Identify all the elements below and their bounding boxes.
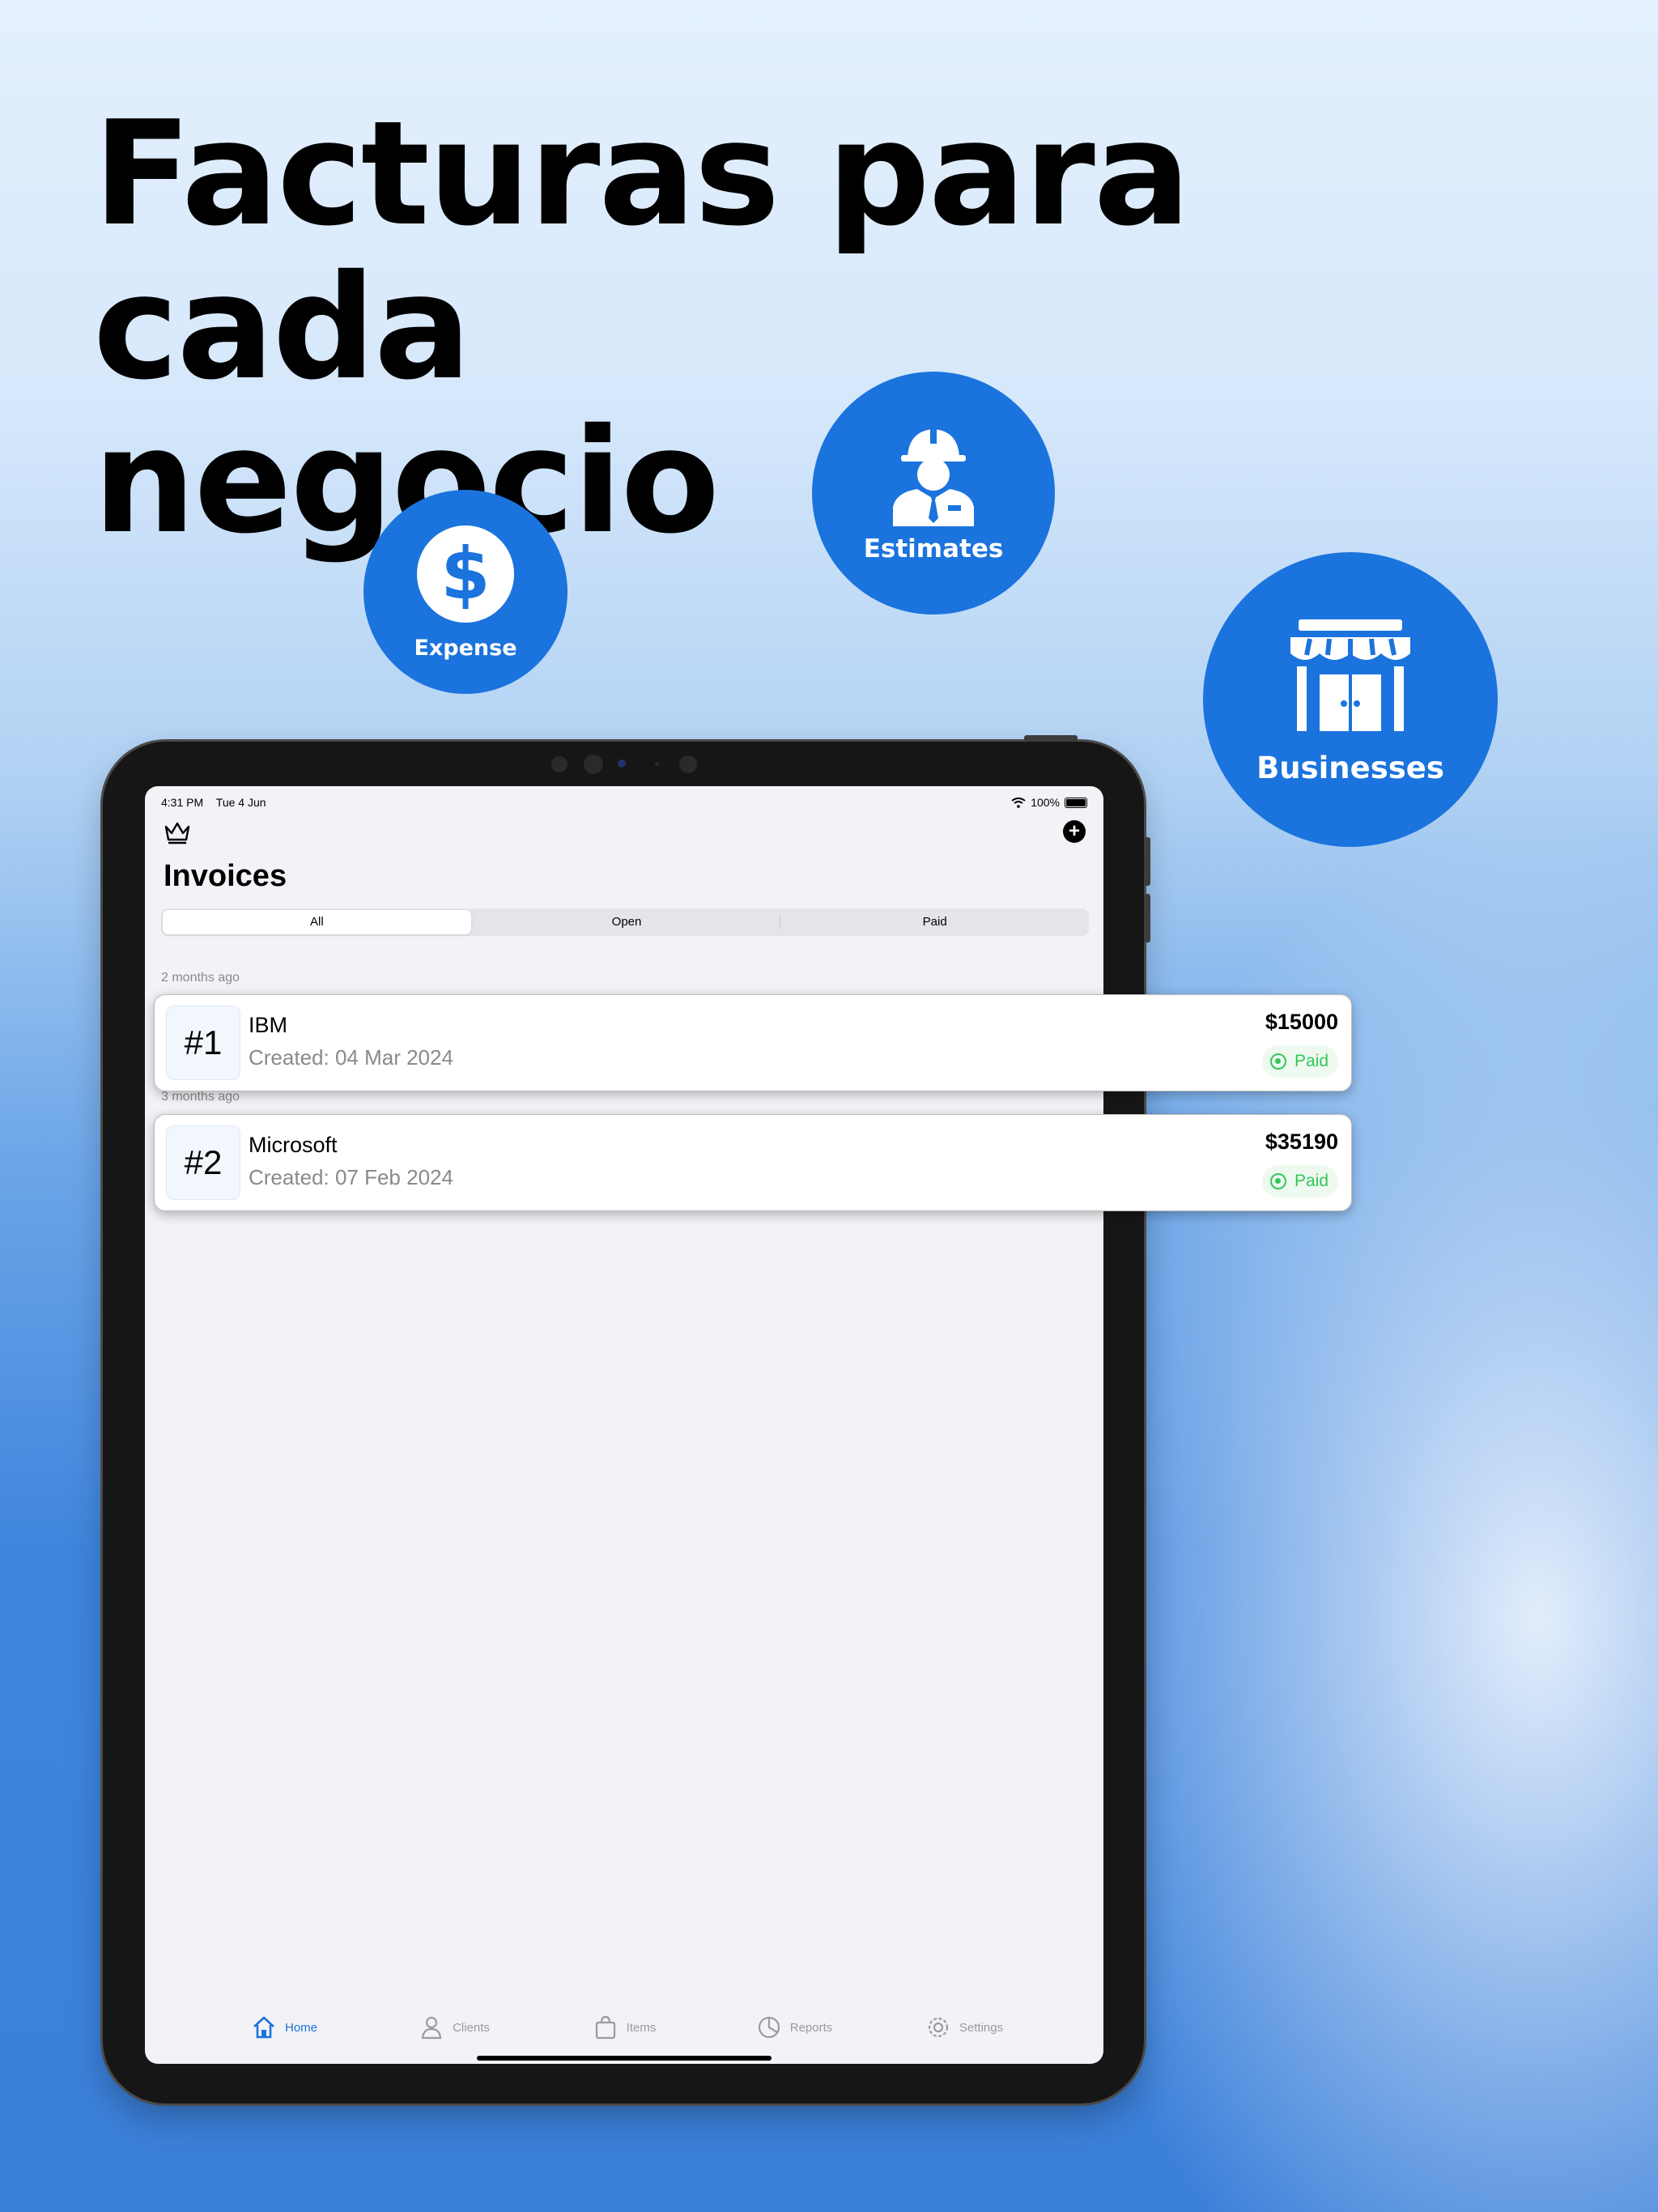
camera-icon — [584, 755, 603, 774]
sensor-icon — [618, 759, 626, 768]
sensor-icon — [551, 756, 568, 772]
status-filter: All Open Paid — [161, 908, 1089, 936]
storefront-icon — [1290, 619, 1410, 731]
tab-home[interactable]: Home — [199, 1999, 369, 2056]
dollar-icon: $ — [417, 525, 514, 623]
sensor-icon — [679, 755, 697, 773]
filter-open[interactable]: Open — [473, 908, 781, 936]
tab-settings[interactable]: Settings — [879, 1999, 1049, 2056]
person-icon — [421, 2016, 442, 2040]
section-header: 2 months ago — [161, 971, 240, 985]
app-screen: 4:31 PM Tue 4 Jun 100% + Invoices All Op… — [145, 786, 1103, 2064]
invoice-card[interactable]: #1 IBM Created: 04 Mar 2024 $15000 Paid — [154, 994, 1352, 1091]
status-dot-icon — [1269, 1173, 1286, 1189]
tab-items[interactable]: Items — [539, 1999, 709, 2056]
expense-bubble: $ Expense — [363, 490, 568, 694]
status-time: 4:31 PM — [161, 796, 204, 809]
status-text: Paid — [1294, 1172, 1329, 1190]
tab-label: Items — [626, 2020, 657, 2035]
tab-label: Clients — [453, 2020, 490, 2035]
invoice-created: Created: 07 Feb 2024 — [249, 1165, 453, 1189]
tab-label: Home — [284, 2020, 317, 2035]
bag-icon — [595, 2015, 615, 2040]
tab-bar: Home Clients Items Reports Settings — [145, 1999, 1103, 2056]
invoice-number: #2 — [166, 1125, 240, 1200]
crown-icon[interactable] — [163, 819, 192, 844]
svg-text:$: $ — [440, 532, 490, 615]
filter-paid[interactable]: Paid — [780, 908, 1089, 936]
volume-down-button — [1144, 894, 1150, 942]
home-indicator — [477, 2056, 772, 2061]
pie-chart-icon — [758, 2016, 780, 2039]
status-text: Paid — [1294, 1052, 1329, 1070]
estimates-bubble: Estimates — [812, 372, 1055, 615]
battery-percent: 100% — [1031, 796, 1060, 809]
tablet-frame: 4:31 PM Tue 4 Jun 100% + Invoices All Op… — [103, 735, 1150, 2104]
wifi-icon — [1011, 797, 1026, 808]
status-badge: Paid — [1261, 1045, 1338, 1078]
headline-line-1: Facturas para cada — [93, 90, 1191, 411]
sensor-icon — [655, 762, 659, 766]
status-badge: Paid — [1261, 1165, 1338, 1197]
tab-label: Reports — [789, 2020, 833, 2035]
businesses-label: Businesses — [1256, 750, 1444, 785]
battery-icon — [1065, 797, 1087, 808]
volume-up-button — [1144, 837, 1150, 886]
worker-icon — [893, 428, 974, 526]
estimates-label: Estimates — [863, 534, 1004, 564]
invoice-number: #1 — [166, 1006, 240, 1080]
page-title: Invoices — [164, 859, 287, 893]
invoice-client: IBM — [249, 1013, 288, 1037]
expense-label: Expense — [414, 635, 517, 661]
invoice-amount: $15000 — [1265, 1010, 1338, 1034]
invoice-card[interactable]: #2 Microsoft Created: 07 Feb 2024 $35190… — [154, 1114, 1352, 1211]
businesses-bubble: Businesses — [1203, 552, 1498, 847]
tab-label: Settings — [959, 2020, 1004, 2035]
gear-icon — [928, 2017, 948, 2038]
invoice-client: Microsoft — [249, 1133, 338, 1157]
add-invoice-button[interactable]: + — [1063, 820, 1086, 843]
status-date: Tue 4 Jun — [215, 796, 266, 809]
tab-clients[interactable]: Clients — [369, 1999, 539, 2056]
filter-all[interactable]: All — [163, 910, 471, 934]
top-button — [1024, 735, 1078, 742]
status-dot-icon — [1269, 1053, 1286, 1070]
tab-reports[interactable]: Reports — [709, 1999, 879, 2056]
status-bar: 4:31 PM Tue 4 Jun 100% — [161, 791, 1087, 814]
section-header: 3 months ago — [161, 1090, 240, 1104]
home-icon — [253, 2016, 274, 2039]
invoice-amount: $35190 — [1265, 1129, 1338, 1154]
invoice-created: Created: 04 Mar 2024 — [249, 1045, 453, 1070]
